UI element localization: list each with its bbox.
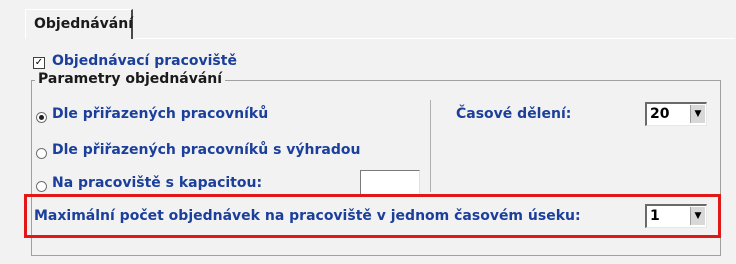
- ordering-workplace-label: Objednávací pracoviště: [52, 53, 237, 69]
- settings-panel: Objednávání ✓ Objednávací pracoviště Par…: [0, 0, 736, 264]
- ordering-workplace-checkbox[interactable]: ✓: [33, 57, 45, 69]
- radio-workplace-capacity[interactable]: [36, 181, 47, 192]
- checkmark-icon: ✓: [34, 57, 44, 68]
- radio-workplace-capacity-label: Na pracoviště s kapacitou:: [52, 175, 263, 191]
- vertical-divider: [430, 100, 431, 192]
- radio-assigned-workers-reserved[interactable]: [36, 148, 47, 159]
- radio-assigned-workers[interactable]: [36, 112, 47, 123]
- time-division-select[interactable]: 20 ▼: [645, 102, 707, 126]
- tab-objednavani[interactable]: Objednávání: [25, 9, 133, 39]
- radio-assigned-workers-reserved-label: Dle přiřazených pracovníků s výhradou: [52, 142, 361, 158]
- highlight-frame: [24, 194, 721, 238]
- chevron-down-icon[interactable]: ▼: [690, 105, 705, 123]
- tab-label: Objednávání: [34, 16, 133, 32]
- tab-divider: [135, 38, 735, 39]
- time-division-value: 20: [650, 106, 670, 122]
- params-group-legend: Parametry objednávání: [35, 71, 226, 87]
- capacity-input[interactable]: [360, 170, 420, 196]
- time-division-label: Časové dělení:: [456, 106, 572, 122]
- radio-assigned-workers-label: Dle přiřazených pracovníků: [52, 106, 269, 122]
